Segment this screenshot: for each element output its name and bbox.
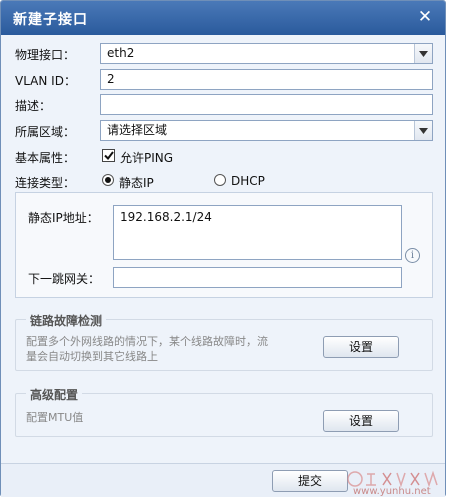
static-ip-option-label: 静态IP [119,176,154,190]
conn-type-label: 连接类型： [15,176,76,190]
static-ip-textarea[interactable]: 192.168.2.1/24 [113,205,402,260]
static-ip-label: 静态IP地址： [28,211,99,225]
dhcp-option-label: DHCP [231,174,265,188]
link-detect-title: 链路故障检测 [26,312,107,329]
next-hop-label: 下一跳网关： [28,272,101,286]
advanced-settings-button[interactable]: 设置 [323,410,399,432]
allow-ping-label: 允许PING [120,151,174,165]
dhcp-radio[interactable] [214,174,226,186]
watermark-text: www.yunhu.net [353,486,431,497]
advanced-desc: 配置MTU值 [26,411,84,424]
zone-value: 请选择区域 [107,123,168,137]
static-ip-panel: 静态IP地址： 192.168.2.1/24 i 下一跳网关： [15,192,433,298]
info-icon[interactable]: i [405,248,420,263]
physical-interface-select[interactable]: eth2 [100,43,433,64]
chevron-down-icon[interactable] [414,44,432,63]
basic-attr-label: 基本属性： [15,151,76,165]
allow-ping-checkbox[interactable] [102,149,115,162]
close-icon[interactable]: ✕ [415,7,435,27]
new-subinterface-dialog: 新建子接口 ✕ 物理接口： eth2 VLAN ID： 2 描述： 所属区域： … [0,0,446,497]
zone-label: 所属区域： [15,125,76,139]
title-bar: 新建子接口 ✕ [1,1,445,35]
dialog-footer: 提交 www.yunhu.net [1,463,445,497]
physical-interface-value: eth2 [107,46,135,60]
advanced-group: 高级配置 配置MTU值 设置 [15,386,433,437]
link-detect-settings-button[interactable]: 设置 [323,336,399,358]
link-detect-desc-line1: 配置多个外网线路的情况下，某个线路故障时，流 [26,335,268,348]
link-detect-group: 链路故障检测 配置多个外网线路的情况下，某个线路故障时，流 量会自动切换到其它线… [15,312,433,371]
vlan-id-value: 2 [107,72,115,86]
dialog-title: 新建子接口 [13,12,88,28]
vlan-id-label: VLAN ID： [15,74,76,88]
chevron-down-icon[interactable] [414,121,432,140]
link-detect-desc-line2: 量会自动切换到其它线路上 [26,350,158,363]
physical-interface-label: 物理接口： [15,48,76,62]
static-ip-radio[interactable] [102,174,114,186]
description-input[interactable] [100,94,433,115]
static-ip-value: 192.168.2.1/24 [120,210,212,224]
vlan-id-input[interactable]: 2 [100,69,433,90]
submit-button[interactable]: 提交 [272,470,348,492]
advanced-title: 高级配置 [26,386,83,403]
next-hop-input[interactable] [113,267,402,288]
zone-select[interactable]: 请选择区域 [100,120,433,141]
description-label: 描述： [15,99,52,113]
